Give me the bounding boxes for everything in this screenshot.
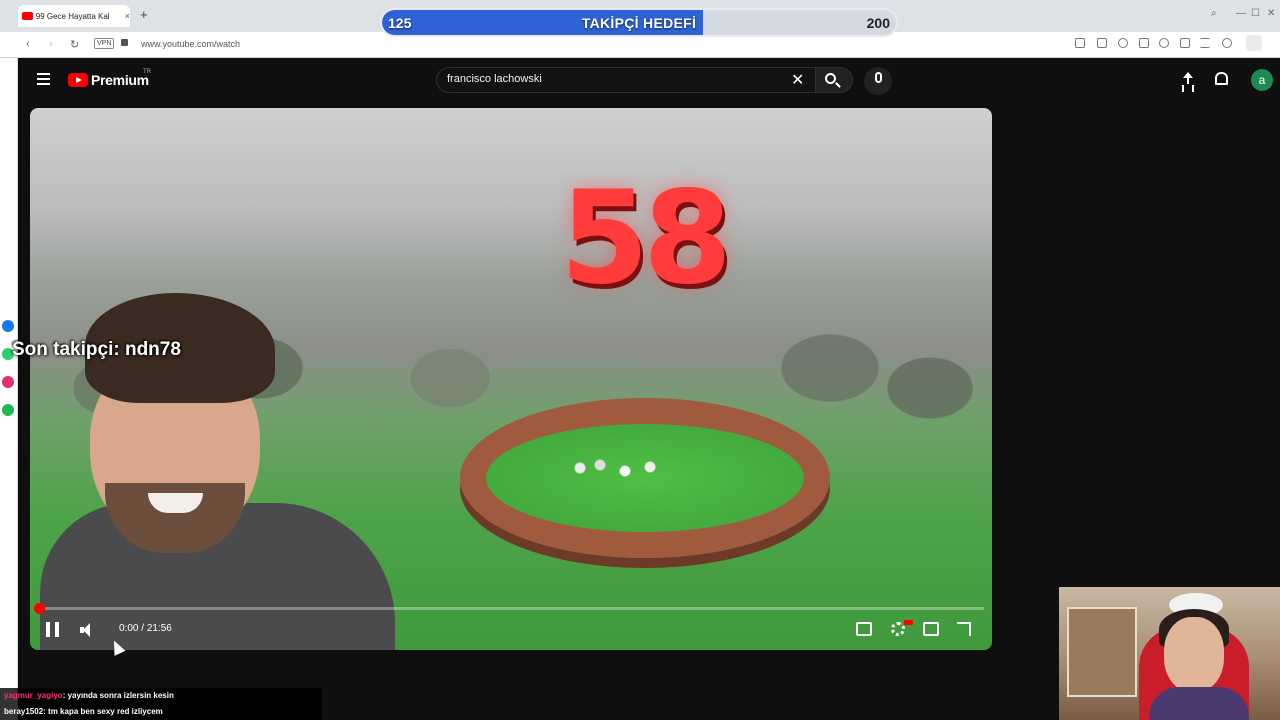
chat-message: beray1502: tm kapa ben sexy red izliycem <box>4 707 163 716</box>
chat-username: yagmur_yagiyo <box>4 691 63 700</box>
follower-goal-bar: TAKİPÇİ HEDEFİ 125 200 <box>380 8 898 37</box>
instagram-icon[interactable] <box>2 376 14 388</box>
youtube-brand[interactable]: Premium <box>91 72 149 88</box>
mic-icon[interactable] <box>875 72 882 83</box>
hd-badge-icon <box>904 620 913 625</box>
shield-icon[interactable] <box>1118 38 1128 48</box>
vpn-badge[interactable]: VPN <box>94 38 115 49</box>
webcam-streamer-face <box>1164 617 1224 692</box>
video-countdown-number: 58 <box>559 164 732 313</box>
menu-icon[interactable] <box>37 73 50 85</box>
stream-chat-overlay: yagmur_yagiyo: yayında sonra izlersin ke… <box>0 688 322 720</box>
maximize-button[interactable]: ☐ <box>1251 8 1260 19</box>
menu-lines-icon[interactable] <box>1200 38 1210 48</box>
screen: 99 Gece Hayatta Kal × + ⌕ — ☐ ✕ ‹ › ↻ VP… <box>0 0 1280 720</box>
pause-button[interactable] <box>46 622 60 637</box>
fullscreen-icon[interactable] <box>957 622 971 636</box>
play-icon[interactable] <box>1139 38 1149 48</box>
chat-username: beray1502 <box>4 707 44 716</box>
last-follower-text: Son takipçi: ndn78 <box>12 339 181 360</box>
time-separator: / <box>138 623 147 634</box>
time-current: 0:00 <box>119 623 139 634</box>
webcam-streamer-body <box>1149 687 1249 720</box>
camera-icon[interactable] <box>1097 38 1107 48</box>
goal-target: 200 <box>866 15 890 31</box>
region-code: TR <box>143 69 151 75</box>
chat-text: : tm kapa ben sexy red izliycem <box>43 707 163 716</box>
download-icon[interactable] <box>1180 38 1190 48</box>
webcam-shelf <box>1067 607 1137 697</box>
youtube-favicon-icon <box>22 12 33 20</box>
profile-icon[interactable] <box>1222 38 1232 48</box>
reload-button[interactable]: ↻ <box>70 38 79 51</box>
new-tab-button[interactable]: + <box>140 7 148 22</box>
streamer-webcam <box>1059 587 1280 720</box>
messenger-icon[interactable] <box>2 320 14 332</box>
tab-close-icon[interactable]: × <box>125 11 130 21</box>
url-field[interactable]: www.youtube.com/watch <box>141 39 240 49</box>
heart-icon[interactable] <box>1159 38 1169 48</box>
lock-icon[interactable] <box>121 39 128 46</box>
video-time: 0:00 / 21:56 <box>119 623 172 634</box>
chat-text: : yayında sonra izlersin kesin <box>62 691 174 700</box>
search-icon[interactable] <box>825 73 836 84</box>
time-total: 21:56 <box>146 623 172 634</box>
tab-search-icon[interactable]: ⌕ <box>1211 8 1217 19</box>
edit-icon[interactable] <box>1075 38 1085 48</box>
youtube-logo-icon[interactable] <box>68 73 88 87</box>
chat-message: yagmur_yagiyo: yayında sonra izlersin ke… <box>4 691 174 700</box>
avatar[interactable]: a <box>1251 69 1273 91</box>
forward-button[interactable]: › <box>49 38 53 50</box>
browser-tab[interactable]: 99 Gece Hayatta Kal × <box>18 5 130 27</box>
clear-icon[interactable]: ✕ <box>791 70 804 90</box>
video-progress-bar[interactable] <box>38 607 984 610</box>
minimize-button[interactable]: — <box>1236 8 1246 19</box>
tab-title: 99 Gece Hayatta Kal <box>35 11 110 21</box>
video-player[interactable]: 58 <box>30 108 992 650</box>
search-query[interactable]: francisco lachowski <box>447 73 542 85</box>
extension-cube-icon[interactable] <box>1246 35 1262 51</box>
back-button[interactable]: ‹ <box>26 38 30 50</box>
progress-scrubber[interactable] <box>34 603 45 614</box>
upload-icon[interactable] <box>1181 72 1195 88</box>
close-window-button[interactable]: ✕ <box>1267 8 1275 19</box>
goal-current: 125 <box>388 15 412 31</box>
bell-icon[interactable] <box>1215 72 1228 85</box>
settings-gear-icon[interactable] <box>891 622 905 636</box>
theater-mode-icon[interactable] <box>923 622 939 636</box>
goal-title: TAKİPÇİ HEDEFİ <box>581 15 697 31</box>
subtitles-icon[interactable] <box>856 622 872 636</box>
volume-icon[interactable] <box>80 623 96 637</box>
spotify-icon[interactable] <box>2 404 14 416</box>
video-characters <box>570 453 670 483</box>
